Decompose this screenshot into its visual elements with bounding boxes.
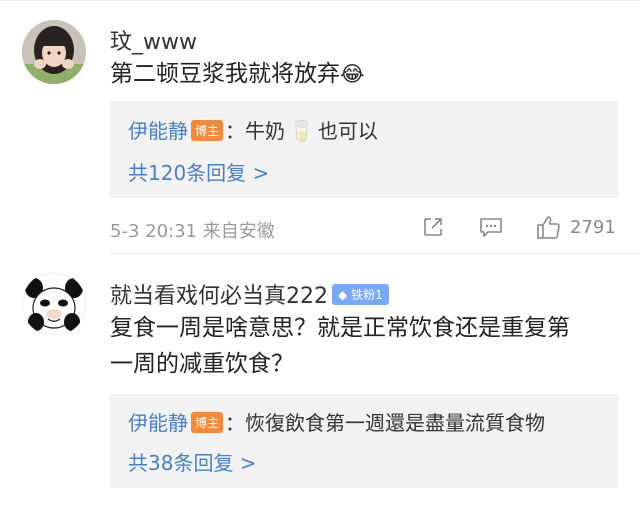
comment-icon [480, 218, 502, 237]
blogger-badge: 博主 [191, 120, 224, 141]
comment-item: 玟_www 第二顿豆浆我就将放弃😂 伊能静 博主 ：牛奶 🥛 也可以 共120条回复 >… [0, 0, 640, 250]
reply-separator: ： [225, 411, 246, 435]
like-button[interactable]: 2791 [534, 213, 616, 241]
comment-meta: 5-3 20:31 来自安徽 [110, 221, 275, 242]
reply-text-tail: 也可以 [317, 119, 378, 143]
comment-button[interactable] [478, 215, 504, 239]
avatar-image [22, 20, 86, 84]
more-replies-link[interactable]: 共120条回复 > [128, 157, 269, 186]
avatar[interactable] [22, 20, 86, 84]
share-icon [424, 218, 442, 236]
reply-line: 伊能静 博主 ：牛奶 🥛 也可以 [128, 115, 378, 144]
reply-text: 恢復飲食第一週還是盡量流質食物 [245, 411, 546, 435]
comment-text-body: 第二顿豆浆我就将放弃 [110, 61, 340, 87]
laughing-emoji-icon: 😂 [340, 62, 365, 86]
reply-author[interactable]: 伊能静 [128, 411, 188, 435]
comment-text-line-1: 复食一周是啥意思？就是正常饮食还是重复第 [110, 315, 570, 341]
like-count: 2791 [570, 216, 616, 238]
diamond-icon: ◆ [338, 288, 348, 302]
fan-badge-label: 铁粉1 [351, 288, 383, 302]
fan-badge: ◆ 铁粉1 [332, 284, 389, 305]
reply-separator: ： [225, 119, 246, 143]
username[interactable]: 玟_www [110, 24, 197, 56]
milk-emoji-icon: 🥛 [289, 119, 314, 143]
reply-author[interactable]: 伊能静 [128, 119, 188, 143]
thumbs-up-icon [537, 216, 560, 239]
blogger-badge: 博主 [191, 412, 224, 433]
reply-box[interactable]: 伊能静 博主 ：牛奶 🥛 也可以 共120条回复 > [110, 101, 618, 198]
reply-line: 伊能静 博主 ：恢復飲食第一週還是盡量流質食物 [128, 407, 545, 436]
reply-text: 牛奶 [245, 119, 286, 143]
reply-box[interactable]: 伊能静 博主 ：恢復飲食第一週還是盡量流質食物 共38条回复 > [110, 394, 618, 488]
comment-item: 就当看戏何必当真222 ◆ 铁粉1 复食一周是啥意思？就是正常饮食还是重复第 一周… [0, 254, 640, 505]
share-button[interactable] [421, 215, 445, 239]
more-replies-link[interactable]: 共38条回复 > [128, 447, 257, 476]
avatar[interactable] [22, 272, 86, 336]
username[interactable]: 就当看戏何必当真222 ◆ 铁粉1 [110, 278, 389, 310]
panda-meme-avatar-image [22, 272, 86, 336]
username-text: 就当看戏何必当真222 [110, 284, 328, 309]
comment-text-line-2: 一周的减重饮食？ [110, 351, 294, 377]
comment-text: 第二顿豆浆我就将放弃😂 [110, 56, 365, 92]
